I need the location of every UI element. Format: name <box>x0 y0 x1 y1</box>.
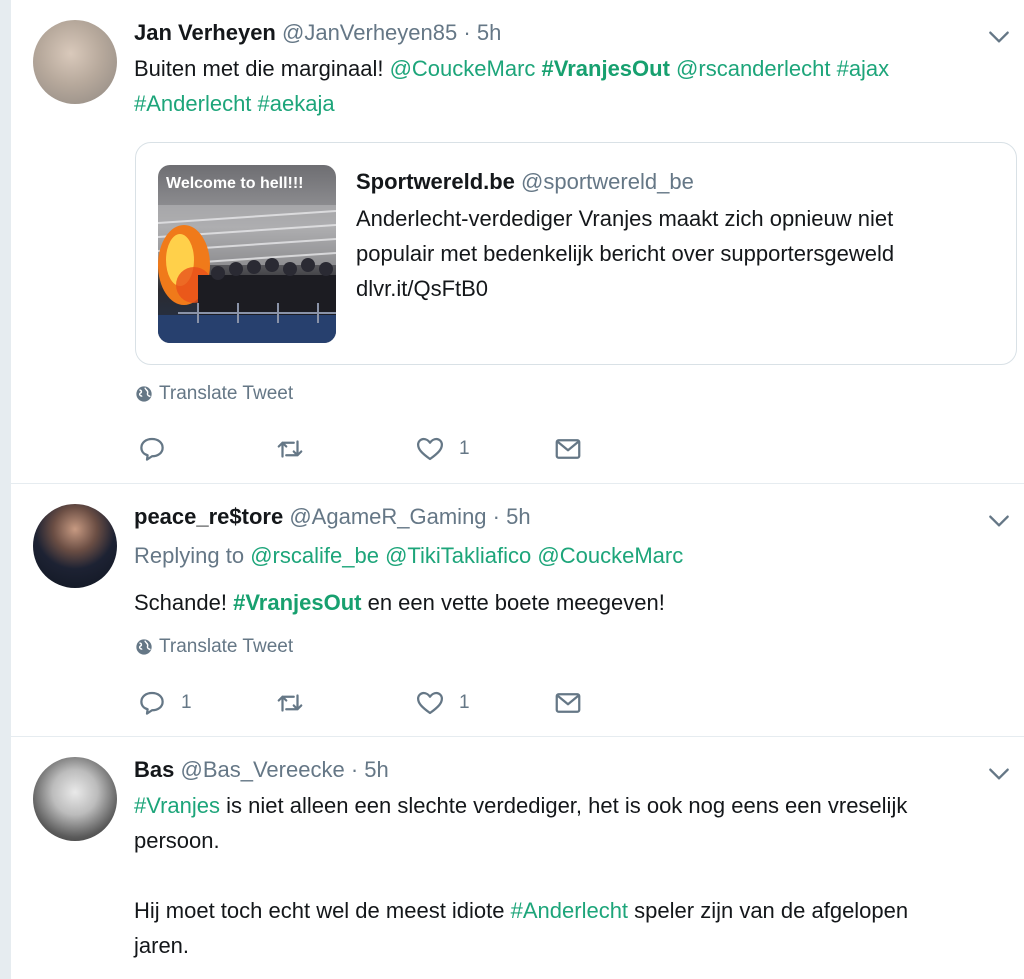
tweet-text-plain: speler zijn van de afgelopen <box>628 898 909 923</box>
globe-icon <box>136 639 152 655</box>
tweet-header: peace_re$tore @AgameR_Gaming · 5h <box>134 503 531 531</box>
author-handle[interactable]: @JanVerheyen85 <box>282 20 457 45</box>
replying-to-label: Replying to <box>134 543 245 568</box>
reply-button[interactable]: 1 <box>137 688 192 718</box>
direct-message-button[interactable] <box>553 688 583 718</box>
timestamp[interactable]: 5h <box>364 757 388 782</box>
author-name[interactable]: peace_re$tore <box>134 504 283 529</box>
avatar[interactable] <box>33 504 117 588</box>
replying-to: Replying to @rscalife_be @TikiTakliafico… <box>134 541 683 571</box>
tweet-header: Bas @Bas_Vereecke · 5h <box>134 756 389 784</box>
envelope-icon <box>555 439 581 459</box>
mention-link[interactable]: @rscanderlecht <box>676 56 830 81</box>
tweet-text: Buiten met die marginaal! @CouckeMarc #V… <box>134 51 1004 121</box>
avatar[interactable] <box>33 757 117 841</box>
retweet-button[interactable] <box>275 434 319 464</box>
translate-tweet-link[interactable]: Translate Tweet <box>135 383 293 405</box>
timestamp[interactable]: 5h <box>506 504 530 529</box>
author-handle[interactable]: @Bas_Vereecke <box>180 757 344 782</box>
mention-link[interactable]: @rscalife_be <box>250 543 379 568</box>
heart-icon <box>417 691 443 715</box>
separator-dot: · <box>463 20 471 45</box>
author-name[interactable]: Jan Verheyen <box>134 20 276 45</box>
separator-dot: · <box>492 504 500 529</box>
retweet-button[interactable] <box>275 688 319 718</box>
separator-dot: · <box>350 757 359 782</box>
tweet[interactable]: Jan Verheyen @JanVerheyen85 · 5h Buiten … <box>11 0 1024 483</box>
like-count: 1 <box>459 692 470 713</box>
left-rail <box>0 0 11 979</box>
tweet-actions: 1 1 <box>137 688 617 722</box>
tweet-header: Jan Verheyen @JanVerheyen85 · 5h <box>134 19 501 47</box>
quoted-tweet-image: Welcome to hell!!! <box>158 165 336 343</box>
quoted-tweet-header: Sportwereld.be @sportwereld_be <box>356 169 694 195</box>
heart-icon <box>417 437 443 461</box>
reply-button[interactable] <box>137 434 181 464</box>
quoted-author-handle[interactable]: @sportwereld_be <box>521 169 694 194</box>
timestamp[interactable]: 5h <box>477 20 501 45</box>
reply-count: 1 <box>181 692 192 713</box>
quoted-tweet-card[interactable]: Welcome to hell!!! Sportwereld.be @sport… <box>135 142 1017 365</box>
retweet-icon <box>277 694 303 712</box>
chevron-down-icon[interactable] <box>986 24 1012 50</box>
tweet-text-line: Hij moet toch echt wel de meest idiote #… <box>134 893 1014 928</box>
tweet-text-plain: is niet alleen een slechte verdediger, h… <box>220 793 908 818</box>
like-button[interactable]: 1 <box>415 434 470 464</box>
quoted-author-name[interactable]: Sportwereld.be <box>356 169 515 194</box>
tweet-text-line: persoon. <box>134 828 220 853</box>
translate-tweet-link[interactable]: Translate Tweet <box>135 636 293 658</box>
like-button[interactable]: 1 <box>415 688 470 718</box>
chevron-down-icon[interactable] <box>986 761 1012 787</box>
stadium-fire-illustration <box>158 205 336 343</box>
like-count: 1 <box>459 438 470 459</box>
hashtag-link[interactable]: #VranjesOut <box>233 590 361 615</box>
tweet-text: Schande! #VranjesOut en een vette boete … <box>134 585 665 620</box>
tweet-text-line: jaren. <box>134 933 190 958</box>
globe-icon <box>136 386 152 402</box>
quoted-tweet-text: Anderlecht-verdediger Vranjes maakt zich… <box>356 201 986 306</box>
tweet-actions: 1 <box>137 434 617 468</box>
tweet-text-plain: Hij moet toch echt wel de meest idiote <box>134 898 511 923</box>
direct-message-button[interactable] <box>553 434 583 464</box>
quoted-text-link[interactable]: dlvr.it/QsFtB0 <box>356 271 986 306</box>
translate-label: Translate Tweet <box>159 383 294 404</box>
hashtag-link[interactable]: #Vranjes <box>134 793 220 818</box>
author-handle[interactable]: @AgameR_Gaming <box>289 504 486 529</box>
avatar[interactable] <box>33 20 117 104</box>
reply-icon <box>140 691 164 715</box>
tweet-text-plain: Schande! <box>134 590 234 615</box>
envelope-icon <box>555 693 581 713</box>
hashtag-link[interactable]: #ajax <box>837 56 890 81</box>
mention-link[interactable]: @CouckeMarc <box>537 543 683 568</box>
mention-link[interactable]: @CouckeMarc <box>390 56 536 81</box>
author-name[interactable]: Bas <box>134 757 174 782</box>
mention-link[interactable]: @TikiTakliafico <box>385 543 531 568</box>
hashtag-link[interactable]: #aekaja <box>258 91 335 116</box>
retweet-icon <box>277 440 303 458</box>
hashtag-link[interactable]: #VranjesOut <box>542 56 670 81</box>
tweet-text-plain: en een vette boete meegeven! <box>361 590 665 615</box>
reply-icon <box>140 437 164 461</box>
tweet-text: #Vranjes is niet alleen een slechte verd… <box>134 788 1014 963</box>
tweet-text-line: #Vranjes is niet alleen een slechte verd… <box>134 788 1014 823</box>
tweet-text-plain: Buiten met die marginaal! <box>134 56 390 81</box>
chevron-down-icon[interactable] <box>986 508 1012 534</box>
tweet[interactable]: Bas @Bas_Vereecke · 5h #Vranjes is niet … <box>11 737 1024 979</box>
translate-label: Translate Tweet <box>159 636 294 657</box>
quoted-text-line: Anderlecht-verdediger Vranjes maakt zich… <box>356 206 894 231</box>
tweet[interactable]: peace_re$tore @AgameR_Gaming · 5h Replyi… <box>11 484 1024 736</box>
hashtag-link[interactable]: #Anderlecht <box>511 898 628 923</box>
hashtag-link[interactable]: #Anderlecht <box>134 91 251 116</box>
quoted-text-line: populair met bedenkelijk bericht over su… <box>356 241 895 266</box>
